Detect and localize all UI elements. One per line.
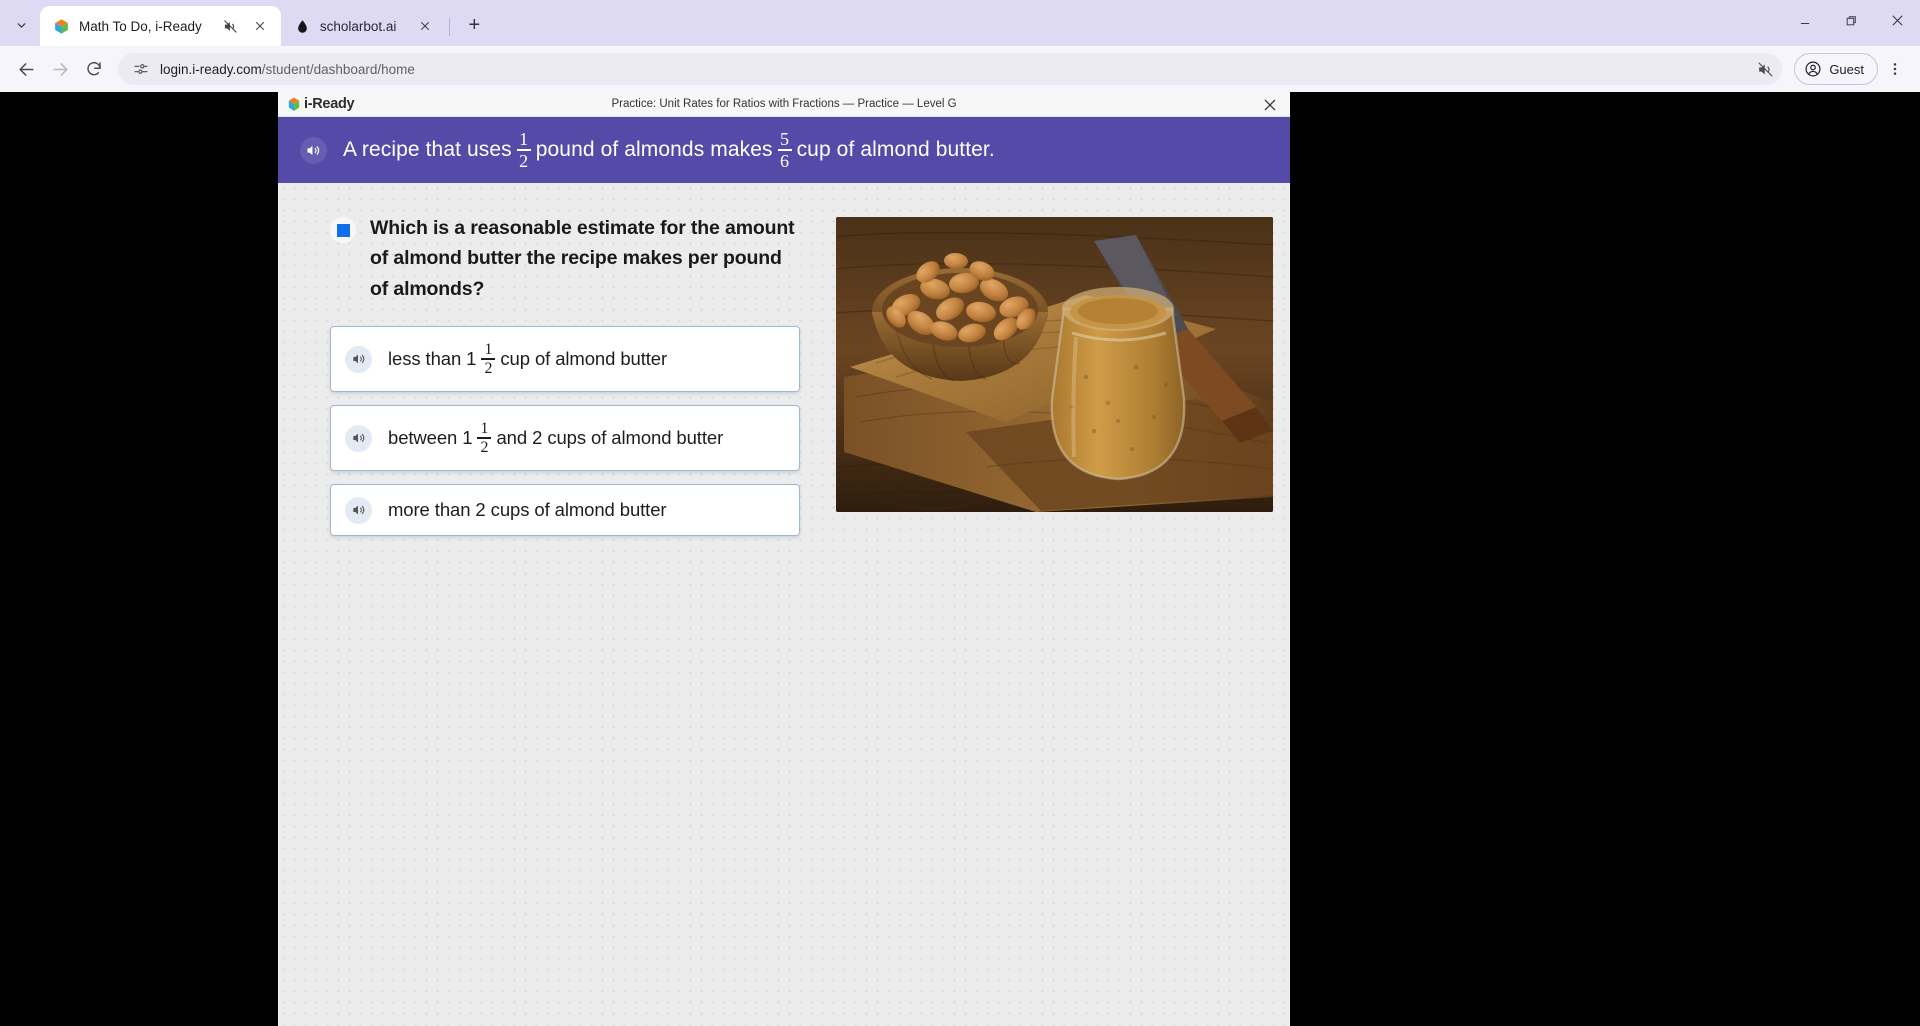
option-speaker-icon[interactable]: [345, 424, 372, 452]
site-settings-icon[interactable]: [132, 60, 150, 78]
banner-text-part2: pound of almonds makes: [535, 138, 773, 161]
option-text-before: between 1: [388, 427, 473, 449]
browser-tab-title-1: scholarbot.ai: [319, 18, 397, 34]
option-text-before: less than 1: [388, 348, 477, 370]
profile-chip[interactable]: Guest: [1794, 53, 1878, 85]
banner-speaker-icon[interactable]: [300, 136, 327, 164]
back-arrow-icon[interactable]: [10, 53, 42, 85]
problem-statement: A recipe that uses 1 2 pound of almonds …: [343, 130, 995, 170]
close-icon[interactable]: [1874, 0, 1920, 40]
question-text: Which is a reasonable estimate for the a…: [370, 217, 795, 300]
photo-graphic: [836, 217, 1273, 512]
app-header: i-Ready Practice: Unit Rates for Ratios …: [278, 92, 1290, 117]
fraction-denominator: 6: [780, 150, 790, 171]
tab-close-button-0[interactable]: [250, 16, 271, 37]
scholarbot-drop-icon: [294, 18, 311, 35]
banner-text-part1: A recipe that uses: [343, 138, 512, 161]
iready-brand: i-Ready: [278, 96, 355, 112]
option-speaker-icon[interactable]: [345, 345, 372, 373]
answer-option-1[interactable]: between 1 1 2 and 2 cups of almond butte…: [330, 405, 800, 472]
tab-mute-icon[interactable]: [220, 16, 241, 37]
fraction-numerator: 5: [780, 129, 790, 150]
fraction-numerator: 1: [480, 419, 489, 437]
browser-tab-0[interactable]: Math To Do, i-Ready: [40, 6, 281, 46]
option-label-0: less than 1 1 2 cup of almond butter: [388, 340, 668, 377]
address-bar-text: login.i-ready.com/student/dashboard/home: [160, 62, 1746, 77]
browser-tab-1[interactable]: scholarbot.ai: [281, 6, 446, 46]
url-host: login.i-ready.com: [160, 61, 262, 77]
window-controls: [1782, 0, 1920, 40]
browser-toolbar: login.i-ready.com/student/dashboard/home…: [0, 46, 1920, 92]
avatar-icon: [1805, 61, 1821, 77]
problem-banner: A recipe that uses 1 2 pound of almonds …: [278, 117, 1290, 183]
blue-square-marker: [330, 217, 356, 243]
illustration-column: [800, 213, 1273, 1026]
fraction-numerator: 1: [484, 340, 493, 358]
option-fraction: 1 2: [481, 340, 496, 377]
tab-strip: Math To Do, i-Ready scholarbot.ai +: [0, 0, 1920, 46]
minimize-icon[interactable]: [1782, 0, 1828, 40]
browser-window: Math To Do, i-Ready scholarbot.ai + logi…: [0, 0, 1920, 1026]
profile-label: Guest: [1829, 61, 1864, 77]
reload-icon[interactable]: [78, 53, 110, 85]
browser-tab-title-0: Math To Do, i-Ready: [79, 18, 202, 34]
banner-fraction-1: 1 2: [516, 129, 531, 171]
page-viewport: i-Ready Practice: Unit Rates for Ratios …: [0, 92, 1920, 1026]
forward-arrow-icon[interactable]: [44, 53, 76, 85]
answer-option-0[interactable]: less than 1 1 2 cup of almond butter: [330, 326, 800, 393]
banner-text-part3: cup of almond butter.: [796, 138, 995, 161]
lesson-title: Practice: Unit Rates for Ratios with Fra…: [611, 98, 957, 110]
option-text-after: cup of almond butter: [500, 348, 668, 370]
fraction-denominator: 2: [480, 438, 489, 456]
three-dot-menu-icon[interactable]: [1880, 53, 1910, 85]
url-path: /student/dashboard/home: [261, 61, 415, 77]
option-fraction: 1 2: [477, 419, 492, 456]
answer-options: less than 1 1 2 cup of almond butter bet…: [330, 326, 800, 537]
iready-app: i-Ready Practice: Unit Rates for Ratios …: [278, 92, 1290, 1026]
restore-icon[interactable]: [1828, 0, 1874, 40]
option-speaker-icon[interactable]: [345, 496, 372, 524]
new-tab-button[interactable]: +: [459, 10, 489, 40]
banner-fraction-2: 5 6: [777, 129, 792, 171]
tab-close-button-1[interactable]: [414, 16, 435, 37]
fraction-numerator: 1: [519, 129, 529, 150]
address-bar[interactable]: login.i-ready.com/student/dashboard/home: [118, 53, 1783, 85]
iready-cube-icon: [53, 18, 70, 35]
question-column: Which is a reasonable estimate for the a…: [330, 213, 800, 1026]
iready-logo-icon: [287, 97, 301, 112]
option-label-1: between 1 1 2 and 2 cups of almond butte…: [388, 419, 724, 456]
fraction-denominator: 2: [484, 359, 493, 377]
app-close-button[interactable]: [1258, 92, 1282, 117]
fraction-denominator: 2: [519, 150, 529, 171]
tab-divider: [449, 18, 451, 36]
question-block: Which is a reasonable estimate for the a…: [330, 213, 800, 304]
lesson-content: Which is a reasonable estimate for the a…: [278, 183, 1290, 1026]
iready-brand-text: i-Ready: [304, 96, 355, 112]
answer-option-2[interactable]: more than 2 cups of almond butter: [330, 484, 800, 537]
almond-butter-photo: [836, 217, 1273, 512]
option-text-after: and 2 cups of almond butter: [496, 427, 724, 449]
tab-search-button[interactable]: [4, 8, 38, 42]
muted-speaker-icon[interactable]: [1756, 60, 1774, 78]
option-label-2: more than 2 cups of almond butter: [388, 499, 667, 521]
